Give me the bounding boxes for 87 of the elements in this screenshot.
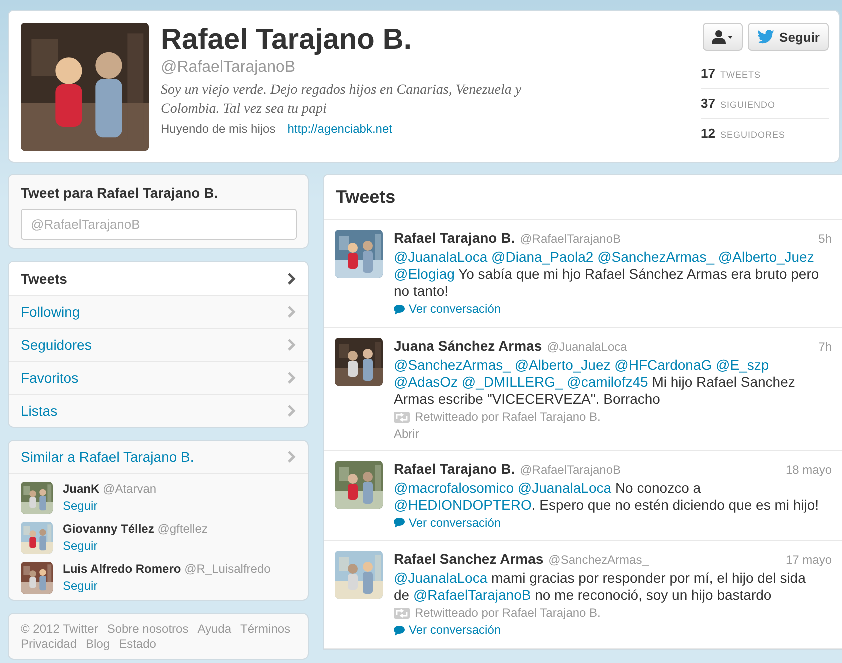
mention-link[interactable]: @JuanalaLoca	[394, 249, 488, 265]
footer-link[interactable]: Estado	[119, 637, 156, 651]
retweet-note: Retwitteado por Rafael Tarajano B.	[415, 606, 601, 621]
mention-link[interactable]: @Elogiag	[394, 266, 455, 282]
tweet-author: Rafael Tarajano B.	[394, 460, 516, 476]
tweet-text: @JuanalaLoca @Diana_Paola2 @SanchezArmas_ @Alberto_Juez @Elogiag Yo sabía que mi hjo Rafael Sánchez Armas era bruto pero no tanto!	[394, 249, 820, 300]
person-dropdown-icon	[712, 30, 734, 44]
mention-link[interactable]: @SanchezArmas_	[598, 249, 715, 265]
stat-label: TWEETS	[720, 70, 761, 80]
stat-label: SIGUIENDO	[720, 100, 776, 110]
mention-link[interactable]: @RafaelTarajanoB	[413, 587, 532, 603]
chevron-icon	[288, 451, 296, 463]
follow-link[interactable]: Seguir	[63, 499, 157, 513]
user-handle: @R_Luisalfredo	[184, 562, 271, 576]
speech-bubble-icon	[394, 626, 405, 636]
profile-handle: @RafaelTarajanoB	[161, 59, 297, 77]
footer-link[interactable]: © 2012 Twitter	[21, 622, 98, 636]
footer-link[interactable]: Privacidad	[21, 637, 78, 651]
tweet-author: Juana Sánchez Armas	[394, 338, 542, 354]
chevron-icon	[288, 306, 296, 318]
tweet-text: @JuanalaLoca mami gracias por responder por mí, el hijo del sida de @RafaelTarajanoB no me reconoció, soy un hijo bastardo	[394, 570, 807, 604]
speech-bubble-icon	[394, 304, 405, 314]
mention-link[interactable]: @Alberto_Juez	[718, 249, 814, 265]
tweet-handle: @SanchezArmas_	[548, 553, 649, 567]
retweet-icon	[394, 608, 410, 619]
mention-link[interactable]: @E_szp	[716, 356, 770, 372]
mention-link[interactable]: @HEDIONDOPTERO	[394, 496, 532, 512]
mention-link[interactable]: @Alberto_Juez	[514, 356, 611, 372]
footer-link[interactable]: Blog	[86, 637, 110, 651]
speech-bubble-icon	[394, 518, 405, 528]
profile-link[interactable]: http://agenciabk.net	[288, 122, 392, 136]
footer-link[interactable]: Términos	[240, 622, 291, 636]
mention-link[interactable]: @JuanalaLoca	[518, 480, 612, 496]
footer-link[interactable]: Sobre nosotros	[107, 622, 189, 636]
stat-count: 37	[701, 96, 716, 111]
tweet-handle: @RafaelTarajanoB	[520, 462, 622, 476]
tweet-time: 5h	[818, 231, 832, 248]
mention-link[interactable]: @Diana_Paola2	[492, 249, 594, 265]
tweet-handle: @JuanalaLoca	[547, 340, 628, 354]
follow-link[interactable]: Seguir	[63, 539, 208, 553]
tweet-time: 18 mayo	[786, 462, 832, 478]
mention-link[interactable]: @camilofz45	[567, 374, 648, 390]
tweet-text: @SanchezArmas_ @Alberto_Juez @HFCardonaG @E_szp @AdasOz @_DMILLERG_ @camilofz45 Mi hijo Rafael Sanchez Armas escribe "VICECERVEZA". Borracho	[394, 356, 796, 408]
nav-item[interactable]: Listas	[9, 394, 308, 427]
tweet-handle: @RafaelTarajanoB	[520, 232, 622, 246]
user-handle: @gftellez	[158, 522, 208, 536]
follow-link[interactable]: Seguir	[63, 579, 271, 593]
tweet-time: 7h	[818, 338, 832, 356]
mention-link[interactable]: @SanchezArmas_	[394, 356, 511, 372]
stat-count: 17	[701, 66, 716, 81]
tweet-text: @macrofalosomico @JuanalaLoca No conozco a @HEDIONDOPTERO. Espero que no estén diciendo que es mi hijo!	[394, 480, 820, 514]
user-actions-button[interactable]	[702, 23, 743, 51]
footer-link[interactable]: Ayuda	[198, 622, 232, 636]
chevron-icon	[288, 339, 296, 351]
user-handle: @Atarvan	[103, 482, 157, 496]
follow-button[interactable]: Seguir	[748, 23, 829, 51]
chevron-icon	[288, 405, 296, 417]
open-link[interactable]: Abrir	[394, 426, 420, 442]
mention-link[interactable]: @HFCardonaG	[614, 356, 712, 372]
retweet-icon	[394, 412, 410, 422]
profile-name: Rafael Tarajano B.	[161, 23, 413, 57]
user-name: JuanK	[63, 482, 100, 496]
mention-link[interactable]: @macrofalosomico	[394, 480, 514, 496]
stat-count: 12	[701, 126, 716, 141]
tweet-input-field[interactable]: @RafaelTarajanoB	[21, 209, 297, 240]
tweet-author: Rafael Sanchez Armas	[394, 551, 544, 567]
bird-icon	[756, 30, 775, 44]
retweet-note: Retwitteado por Rafael Tarajano B.	[415, 410, 601, 424]
chevron-icon	[288, 372, 296, 384]
tweet-time: 17 mayo	[786, 552, 832, 569]
mention-link[interactable]: @JuanalaLoca	[394, 570, 488, 586]
profile-location: Huyendo de mis hijos	[161, 122, 276, 136]
mention-link[interactable]: @_DMILLERG_	[462, 374, 564, 390]
profile-bio: Soy un viejo verde. Dejo regados hijos en Canarias, Venezuela y Colombia. Tal vez sea tu papi	[161, 82, 523, 119]
chevron-icon	[288, 272, 296, 284]
mention-link[interactable]: @AdasOz	[394, 374, 458, 390]
timeline-title: Tweets	[324, 175, 842, 220]
view-conversation-link[interactable]: Ver conversación	[394, 623, 502, 638]
view-conversation-link[interactable]: Ver conversación	[394, 516, 502, 530]
view-conversation-link[interactable]: Ver conversación	[394, 302, 502, 317]
compose-title: Tweet para Rafael Tarajano B.	[20, 184, 220, 203]
stat-label: SEGUIDORES	[720, 130, 786, 140]
user-name: Luis Alfredo Romero	[63, 562, 182, 576]
similar-heading-link[interactable]: Similar a Rafael Tarajano B.	[9, 441, 308, 474]
tweet-author: Rafael Tarajano B.	[394, 230, 516, 246]
user-name: Giovanny Téllez	[63, 522, 154, 536]
nav-item[interactable]: Tweets	[9, 262, 308, 295]
